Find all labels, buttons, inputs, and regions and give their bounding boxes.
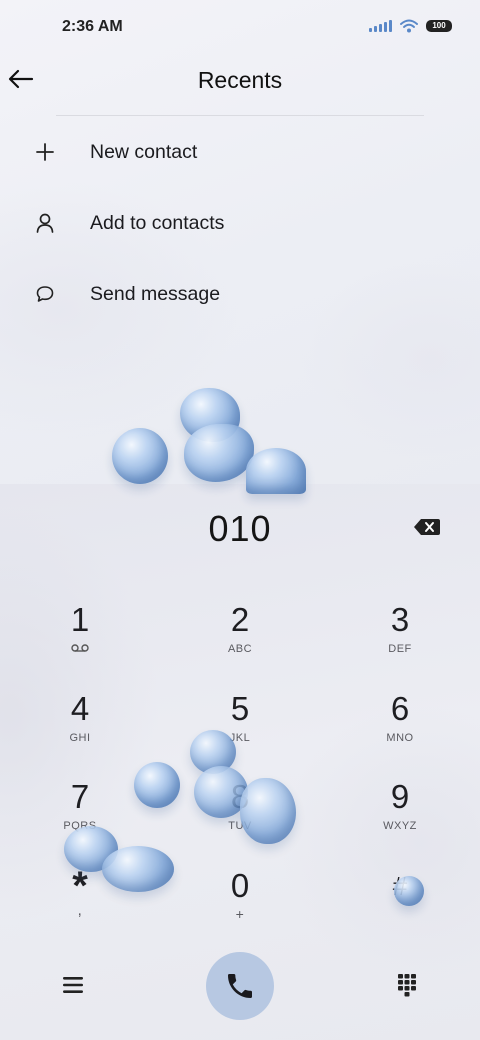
person-icon xyxy=(32,210,58,236)
battery-icon: 100 xyxy=(426,20,452,32)
key-4[interactable]: 4 GHI xyxy=(25,685,135,767)
key-3[interactable]: 3 DEF xyxy=(345,596,455,678)
key-digit: 9 xyxy=(390,778,410,815)
menu-button[interactable] xyxy=(56,968,90,1002)
key-letters: MNO xyxy=(386,732,414,744)
key-digit: 2 xyxy=(230,601,250,638)
key-digit: 6 xyxy=(390,690,410,727)
decorative-blob xyxy=(394,876,424,906)
key-digit: 3 xyxy=(390,601,410,638)
decorative-blob xyxy=(112,428,168,484)
keypad-toggle-button[interactable] xyxy=(390,968,424,1002)
key-digit: 4 xyxy=(70,690,90,727)
backspace-button[interactable] xyxy=(410,512,444,542)
call-button[interactable] xyxy=(206,952,274,1020)
decorative-blob xyxy=(102,846,174,892)
key-letters: + xyxy=(235,906,245,922)
key-9[interactable]: 9 WXYZ xyxy=(345,773,455,855)
key-1[interactable]: 1 xyxy=(25,596,135,678)
key-letters: GHI xyxy=(69,732,91,744)
plus-icon xyxy=(32,139,58,165)
dialed-number: 010 xyxy=(208,508,272,549)
key-letters: DEF xyxy=(388,643,412,655)
key-0[interactable]: 0 + xyxy=(185,862,295,944)
status-icons: 100 xyxy=(369,19,452,33)
keypad-icon xyxy=(398,974,416,997)
action-label: New contact xyxy=(90,140,198,163)
chat-bubble-icon xyxy=(32,281,58,307)
action-label: Send message xyxy=(90,282,221,305)
backspace-icon xyxy=(414,519,440,535)
phone-icon xyxy=(228,974,252,998)
add-to-contacts-action[interactable]: Add to contacts xyxy=(0,195,480,251)
header-divider xyxy=(56,115,424,116)
key-letters: , xyxy=(77,902,83,919)
signal-icon xyxy=(369,20,392,32)
voicemail-icon xyxy=(25,643,135,657)
menu-icon xyxy=(63,977,83,993)
key-digit: 0 xyxy=(230,867,250,904)
new-contact-action[interactable]: New contact xyxy=(0,124,480,180)
send-message-action[interactable]: Send message xyxy=(0,266,480,322)
key-digit: 1 xyxy=(70,601,90,638)
action-label: Add to contacts xyxy=(90,211,225,234)
key-digit: 5 xyxy=(230,690,250,727)
key-letters xyxy=(345,909,455,923)
battery-level: 100 xyxy=(432,21,446,30)
key-2[interactable]: 2 ABC xyxy=(185,596,295,678)
status-time: 2:36 AM xyxy=(62,18,123,35)
key-letters: WXYZ xyxy=(383,820,417,832)
key-digit: 7 xyxy=(70,778,90,815)
key-6[interactable]: 6 MNO xyxy=(345,685,455,767)
page-title: Recents xyxy=(197,67,283,93)
decorative-blob xyxy=(246,448,306,494)
key-letters: ABC xyxy=(227,643,253,655)
decorative-blob xyxy=(240,778,296,844)
wifi-icon xyxy=(400,19,418,33)
status-bar: 2:36 AM 100 xyxy=(0,0,480,56)
decorative-blob xyxy=(134,762,180,808)
